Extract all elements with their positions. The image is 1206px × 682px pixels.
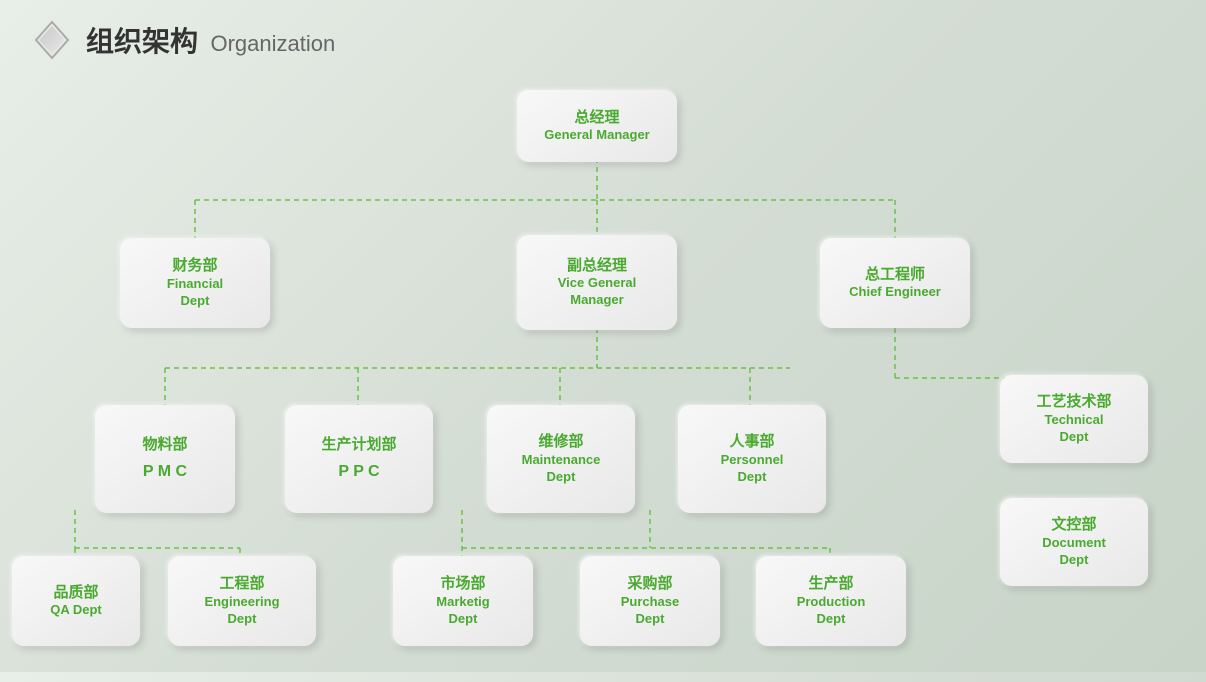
node-ppc: 生产计划部 P P C bbox=[285, 405, 433, 513]
org-chart: 总经理 General Manager 财务部 Financial Dept 副… bbox=[0, 80, 1206, 682]
node-engineering: 工程部 Engineering Dept bbox=[168, 556, 316, 646]
node-pmc: 物料部 P M C bbox=[95, 405, 235, 513]
node-vice-general: 副总经理 Vice General Manager bbox=[517, 235, 677, 330]
node-chief-engineer: 总工程师 Chief Engineer bbox=[820, 238, 970, 328]
node-general-manager: 总经理 General Manager bbox=[517, 90, 677, 162]
node-maintenance: 维修部 Maintenance Dept bbox=[487, 405, 635, 513]
page-header: 组织架构 Organization bbox=[0, 0, 1206, 80]
node-technical: 工艺技术部 Technical Dept bbox=[1000, 375, 1148, 463]
node-purchase: 采购部 Purchase Dept bbox=[580, 556, 720, 646]
node-document: 文控部 Document Dept bbox=[1000, 498, 1148, 586]
page-title: 组织架构 Organization bbox=[86, 20, 335, 60]
node-production: 生产部 Production Dept bbox=[756, 556, 906, 646]
diamond-icon bbox=[30, 18, 74, 62]
node-qa-dept: 品质部 QA Dept bbox=[12, 556, 140, 646]
node-marketing: 市场部 Marketig Dept bbox=[393, 556, 533, 646]
node-personnel: 人事部 Personnel Dept bbox=[678, 405, 826, 513]
node-financial-dept: 财务部 Financial Dept bbox=[120, 238, 270, 328]
